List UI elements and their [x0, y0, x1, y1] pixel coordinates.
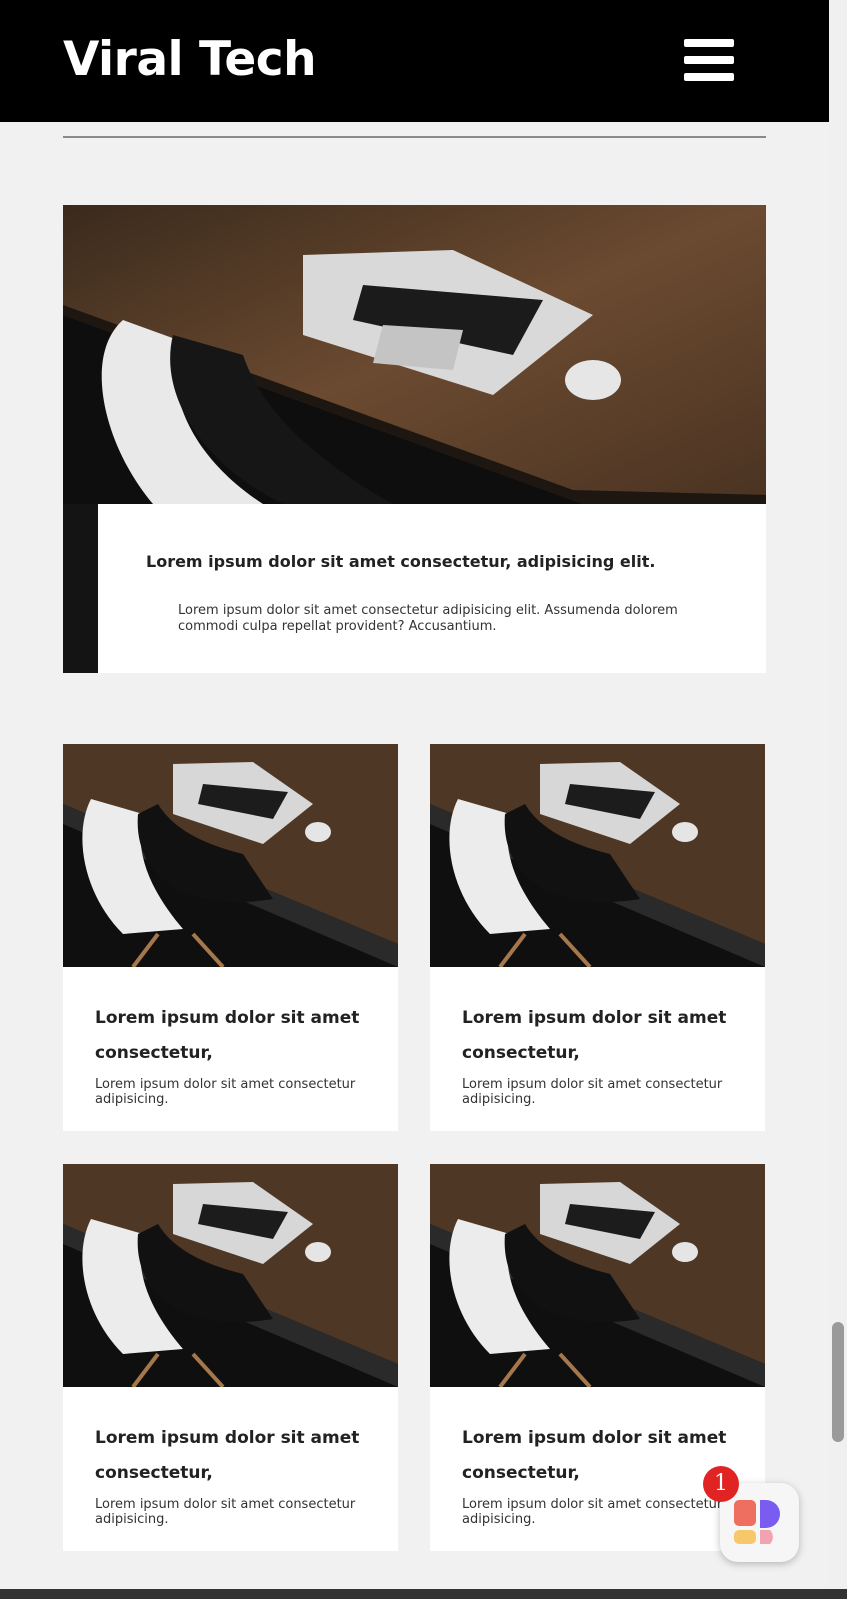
- divider: [63, 136, 766, 138]
- scrollbar-thumb[interactable]: [832, 1322, 844, 1442]
- card-image: [63, 1164, 398, 1387]
- card-text: Lorem ipsum dolor sit amet consectetur a…: [462, 1077, 723, 1107]
- card-image: [63, 744, 398, 967]
- hero-image-edge: [63, 504, 98, 673]
- page: Viral Tech Lorem ipsum dolor sit amet co…: [0, 0, 829, 1589]
- card-title[interactable]: Lorem ipsum dolor sit amet consectetur,: [95, 1001, 385, 1071]
- hero-card[interactable]: Lorem ipsum dolor sit amet consectetur, …: [98, 504, 766, 673]
- card-image: [430, 744, 765, 967]
- card-text: Lorem ipsum dolor sit amet consectetur a…: [95, 1077, 356, 1107]
- hero-image: [63, 205, 766, 504]
- notification-badge: 1: [703, 1466, 739, 1502]
- card-title[interactable]: Lorem ipsum dolor sit amet consectetur,: [462, 1001, 752, 1071]
- site-header: Viral Tech: [0, 0, 829, 122]
- card[interactable]: Lorem ipsum dolor sit amet consectetur, …: [430, 967, 765, 1131]
- card-text: Lorem ipsum dolor sit amet consectetur a…: [95, 1497, 356, 1527]
- card-text: Lorem ipsum dolor sit amet consectetur a…: [462, 1497, 723, 1527]
- card[interactable]: Lorem ipsum dolor sit amet consectetur, …: [63, 1387, 398, 1551]
- window-bottom-edge: [0, 1589, 847, 1599]
- card-image: [430, 1164, 765, 1387]
- hero-title[interactable]: Lorem ipsum dolor sit amet consectetur, …: [146, 552, 746, 571]
- site-logo[interactable]: Viral Tech: [63, 30, 317, 90]
- card[interactable]: Lorem ipsum dolor sit amet consectetur, …: [63, 967, 398, 1131]
- hamburger-menu-icon[interactable]: [684, 39, 734, 81]
- scrollbar[interactable]: [829, 0, 847, 1589]
- hero-text: Lorem ipsum dolor sit amet consectetur a…: [178, 603, 678, 634]
- card-title[interactable]: Lorem ipsum dolor sit amet consectetur,: [95, 1421, 385, 1491]
